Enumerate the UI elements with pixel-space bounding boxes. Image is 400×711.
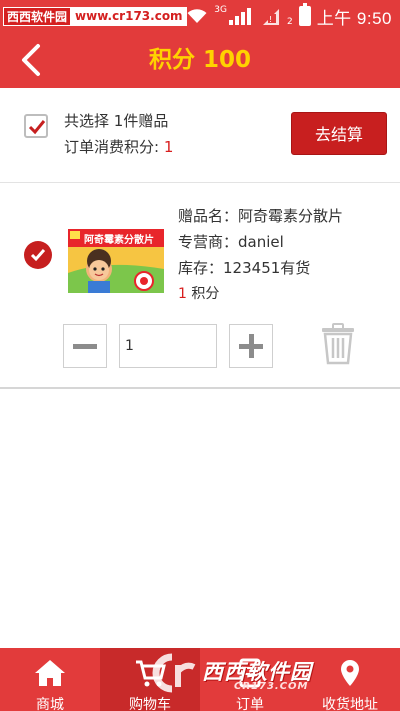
nav-label-orders: 订单 [236, 697, 264, 711]
box-label: 阿奇霉素分散片 [84, 233, 154, 246]
selected-count: 1 [113, 112, 124, 130]
checkmark-icon [30, 249, 46, 262]
decrease-quantity-button[interactable] [63, 324, 107, 368]
stock-label: 库存： [178, 259, 224, 277]
order-points-text: 订单消费积分: 1 [64, 136, 173, 157]
signal-icon [228, 8, 251, 25]
stock-value: 123451有货 [223, 259, 311, 277]
checkmark-icon [28, 120, 46, 135]
bottom-watermark: 西西软件园 CR173.COM [142, 651, 372, 695]
vendor-label: 专营商： [178, 233, 239, 251]
title-bar: 积分 100 [0, 32, 400, 88]
nav-item-mall[interactable]: 商城 [0, 648, 100, 711]
wifi-icon [187, 9, 207, 23]
cart-item: 阿奇霉素分散片 赠品名：阿奇霉素分散片 专营商：daniel 库存：123451… [0, 183, 400, 389]
page-title: 积分 100 [148, 47, 252, 73]
quantity-input[interactable] [119, 324, 217, 368]
selected-prefix: 共选择 [64, 112, 114, 130]
status-bar: 西西软件园 www.cr173.com 3G ! 2 上午 9:50 [0, 0, 400, 32]
product-vendor: 专营商：daniel [178, 231, 284, 252]
product-points-value: 1 [178, 286, 187, 302]
nav-label-mall: 商城 [36, 697, 64, 711]
product-name-label: 赠品名： [178, 207, 239, 225]
nav-label-cart: 购物车 [129, 697, 171, 711]
increase-quantity-button[interactable] [229, 324, 273, 368]
top-watermark: 西西软件园 www.cr173.com [3, 7, 187, 26]
checkout-button[interactable]: 去结算 [291, 112, 387, 155]
battery-icon [298, 3, 311, 26]
cart-page: 西西软件园 www.cr173.com 3G ! 2 上午 9:50 积分 10… [0, 0, 400, 711]
product-name-value: 阿奇霉素分散片 [238, 207, 344, 225]
home-icon [35, 660, 65, 686]
network-type-label: 3G [214, 5, 227, 15]
nav-label-address: 收货地址 [322, 697, 378, 711]
points-value: 1 [163, 138, 174, 156]
item-checkbox[interactable] [24, 241, 52, 269]
points-label: 订单消费积分: [64, 138, 164, 156]
product-points-unit: 积分 [186, 286, 220, 302]
select-all-checkbox[interactable] [24, 114, 48, 138]
watermark-logo-url: CR173.COM [234, 681, 309, 692]
cart-summary: 共选择 1件赠品 订单消费积分: 1 去结算 [0, 88, 400, 183]
status-time: 上午 9:50 [316, 8, 392, 28]
selected-suffix: 件赠品 [123, 112, 169, 130]
watermark-site-name: 西西软件园 [3, 7, 72, 26]
trash-icon[interactable] [320, 323, 356, 365]
svg-text:!: ! [269, 15, 272, 24]
product-stock: 库存：123451有货 [178, 257, 310, 278]
status-icons: 3G ! 2 上午 9:50 [186, 0, 392, 32]
sim-signal-icon: ! [262, 9, 279, 25]
watermark-logo-icon [152, 653, 196, 693]
product-points: 1 积分 [178, 283, 219, 303]
product-name: 赠品名：阿奇霉素分散片 [178, 205, 343, 226]
product-image: 阿奇霉素分散片 [68, 229, 164, 293]
sim-badge: 2 [286, 17, 293, 27]
watermark-url: www.cr173.com [71, 7, 187, 26]
vendor-value: daniel [238, 233, 284, 251]
selected-count-text: 共选择 1件赠品 [64, 110, 168, 131]
